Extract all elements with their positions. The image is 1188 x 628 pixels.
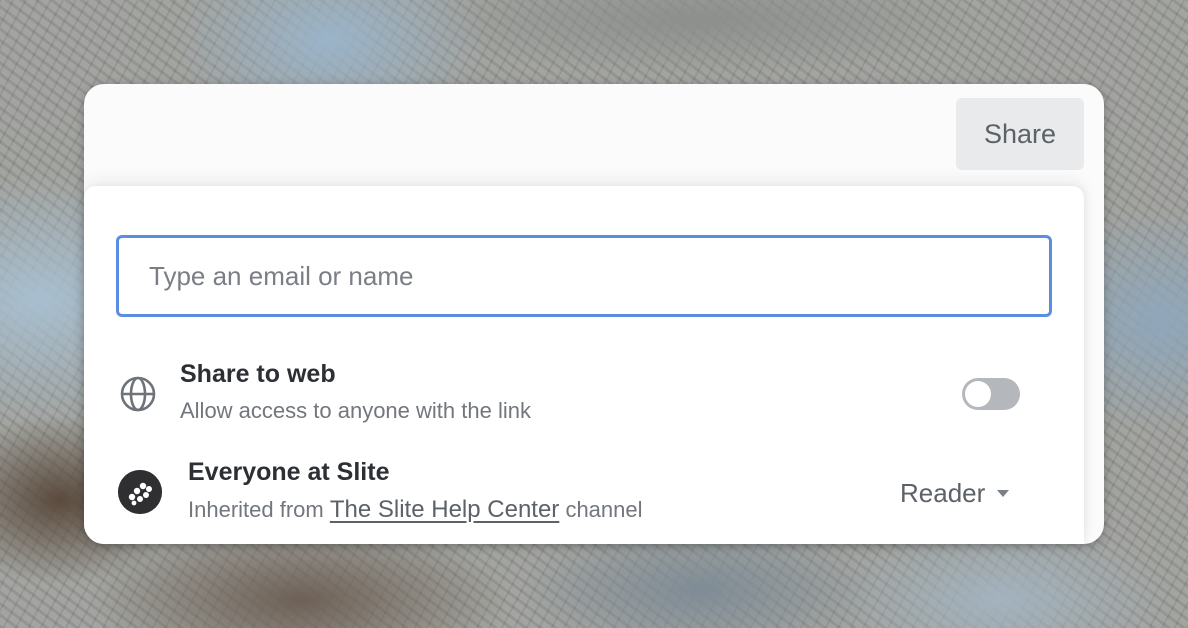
share-popover: Share to web Allow access to anyone with… [84,186,1084,544]
member-inherited-text: Inherited from The Slite Help Center cha… [188,496,643,524]
role-label: Reader [900,478,986,508]
member-row: Everyone at Slite Inherited from The Sli… [116,458,1052,528]
globe-icon [120,376,156,412]
channel-link[interactable]: The Slite Help Center [330,496,559,523]
share-panel: Share Share to web Allow access to anyon… [84,84,1104,544]
share-to-web-row: Share to web Allow access to anyone with… [116,360,1052,423]
invite-search-input[interactable] [116,235,1052,317]
member-name: Everyone at Slite [188,458,390,486]
share-to-web-toggle[interactable] [962,378,1020,410]
share-button[interactable]: Share [956,98,1084,170]
share-to-web-title: Share to web [180,360,336,388]
chevron-down-icon [997,490,1010,497]
inherited-suffix: channel [565,497,643,522]
slite-logo-icon [118,470,162,514]
role-dropdown[interactable]: Reader [900,478,1010,509]
inherited-prefix: Inherited from [188,497,324,522]
toggle-knob [965,381,991,407]
share-to-web-subtitle: Allow access to anyone with the link [180,398,531,423]
